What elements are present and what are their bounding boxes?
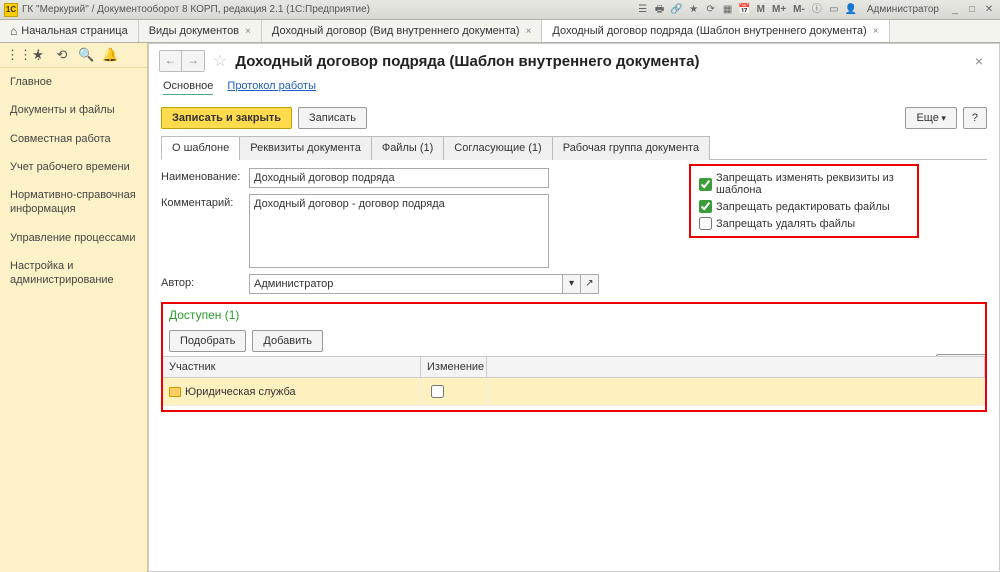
subnav-main[interactable]: Основное [163,78,213,95]
info-icon[interactable]: ⓘ [810,3,824,17]
forbid-edit-files-checkbox[interactable]: Запрещать редактировать файлы [699,198,909,215]
subnav-protocol[interactable]: Протокол работы [227,78,316,95]
name-input[interactable] [249,168,549,188]
access-title: Доступен (1) [163,304,985,326]
sidebar-item-admin[interactable]: Настройка и администрирование [0,252,147,295]
author-input[interactable] [249,274,563,294]
sidebar-item-collab[interactable]: Совместная работа [0,125,147,153]
more-button[interactable]: Еще [905,107,956,129]
maximize-icon[interactable]: □ [965,3,979,17]
forbid-delete-files-checkbox[interactable]: Запрещать удалять файлы [699,215,909,232]
document-tabs: О шаблоне Реквизиты документа Файлы (1) … [161,135,987,160]
m-button[interactable]: M [755,4,767,15]
sidebar-item-main[interactable]: Главное [0,68,147,96]
toolbar-icon[interactable]: ☰ [636,3,650,17]
change-checkbox[interactable] [431,385,444,398]
document-tabstrip: Начальная страница Виды документов × Дохо… [0,20,1000,43]
favorite-toggle-icon[interactable]: ☆ [213,51,227,71]
author-label: Автор: [161,274,241,289]
sidebar-item-time[interactable]: Учет рабочего времени [0,153,147,181]
sidebar-item-docs[interactable]: Документы и файлы [0,96,147,124]
settings-icon[interactable]: ▭ [827,3,841,17]
doc-tab-details[interactable]: Реквизиты документа [239,136,372,160]
author-open-button[interactable]: ↗ [581,274,599,294]
sidebar-item-processes[interactable]: Управление процессами [0,224,147,252]
save-and-close-button[interactable]: Записать и закрыть [161,107,292,129]
tab-income-contract-template[interactable]: Доходный договор подряда (Шаблон внутрен… [542,20,889,42]
favorite-icon[interactable]: ★ [687,3,701,17]
calc-icon[interactable]: ▦ [721,3,735,17]
main-content: ← → ☆ Доходный договор подряда (Шаблон в… [148,43,1000,572]
author-dropdown-button[interactable]: ▾ [563,274,581,294]
current-user: Администратор [867,4,939,15]
tab-label: Начальная страница [21,25,127,37]
search-icon[interactable]: 🔍 [78,47,94,63]
m-minus-button[interactable]: M- [791,4,807,15]
page-title: Доходный договор подряда (Шаблон внутрен… [235,53,960,70]
sidebar-item-reference[interactable]: Нормативно-справочная информация [0,181,147,224]
col-change[interactable]: Изменение [421,357,487,377]
close-window-icon[interactable]: ✕ [982,3,996,17]
doc-tab-about[interactable]: О шаблоне [161,136,240,160]
tab-doc-types[interactable]: Виды документов × [139,20,262,42]
comment-label: Комментарий: [161,194,241,209]
checkbox-label: Запрещать редактировать файлы [716,201,890,213]
close-tab-icon[interactable]: × [873,26,879,37]
app-logo-icon: 1C [4,3,18,17]
doc-tab-workgroup[interactable]: Рабочая группа документа [552,136,710,160]
save-button[interactable]: Записать [298,107,367,129]
name-label: Наименование: [161,168,241,183]
tab-income-contract[interactable]: Доходный договор (Вид внутреннего докуме… [262,20,543,42]
add-button[interactable]: Добавить [252,330,323,352]
doc-tab-files[interactable]: Файлы (1) [371,136,444,160]
nav-forward-button[interactable]: → [182,51,204,71]
nav-back-button[interactable]: ← [160,51,182,71]
tab-label: Доходный договор (Вид внутреннего докуме… [272,25,520,37]
navigation-sidebar: ⋮⋮⋮ ★ ⟲ 🔍 🔔 Главное Документы и файлы Со… [0,43,148,572]
pick-button[interactable]: Подобрать [169,330,246,352]
col-spacer [487,357,985,377]
apps-icon[interactable]: ⋮⋮⋮ [6,47,22,63]
participant-name: Юридическая служба [185,386,296,398]
tab-home[interactable]: Начальная страница [0,20,139,42]
m-plus-button[interactable]: M+ [770,4,788,15]
col-participant[interactable]: Участник [163,357,421,377]
star-icon[interactable]: ★ [30,47,46,63]
user-icon: 👤 [844,3,858,17]
help-button[interactable]: ? [963,107,987,129]
close-tab-icon[interactable]: × [526,26,532,37]
tab-label: Виды документов [149,25,239,37]
checkbox-label: Запрещать удалять файлы [716,218,855,230]
forbid-change-details-checkbox[interactable]: Запрещать изменять реквизиты из шаблона [699,170,909,198]
link-icon[interactable]: 🔗 [670,3,684,17]
restrictions-box: Запрещать изменять реквизиты из шаблона … [689,164,919,238]
checkbox-label: Запрещать изменять реквизиты из шаблона [716,172,909,196]
bell-icon[interactable]: 🔔 [102,47,118,63]
close-tab-icon[interactable]: × [245,26,251,37]
window-title: ГК "Меркурий" / Документооборот 8 КОРП, … [22,4,636,15]
calendar-icon[interactable]: 📅 [738,3,752,17]
folder-icon [169,387,181,397]
close-page-icon[interactable]: × [969,53,989,69]
access-row[interactable]: Юридическая служба [163,378,985,406]
comment-textarea[interactable] [249,194,549,268]
window-titlebar: 1C ГК "Меркурий" / Документооборот 8 КОР… [0,0,1000,20]
access-section: Доступен (1) Подобрать Добавить Участник… [161,302,987,412]
doc-tab-approvers[interactable]: Согласующие (1) [443,136,552,160]
print-icon[interactable]: 🖶 [653,3,667,17]
history-icon[interactable]: ⟳ [704,3,718,17]
tab-label: Доходный договор подряда (Шаблон внутрен… [552,25,866,37]
minimize-icon[interactable]: _ [948,3,962,17]
history-icon[interactable]: ⟲ [54,47,70,63]
